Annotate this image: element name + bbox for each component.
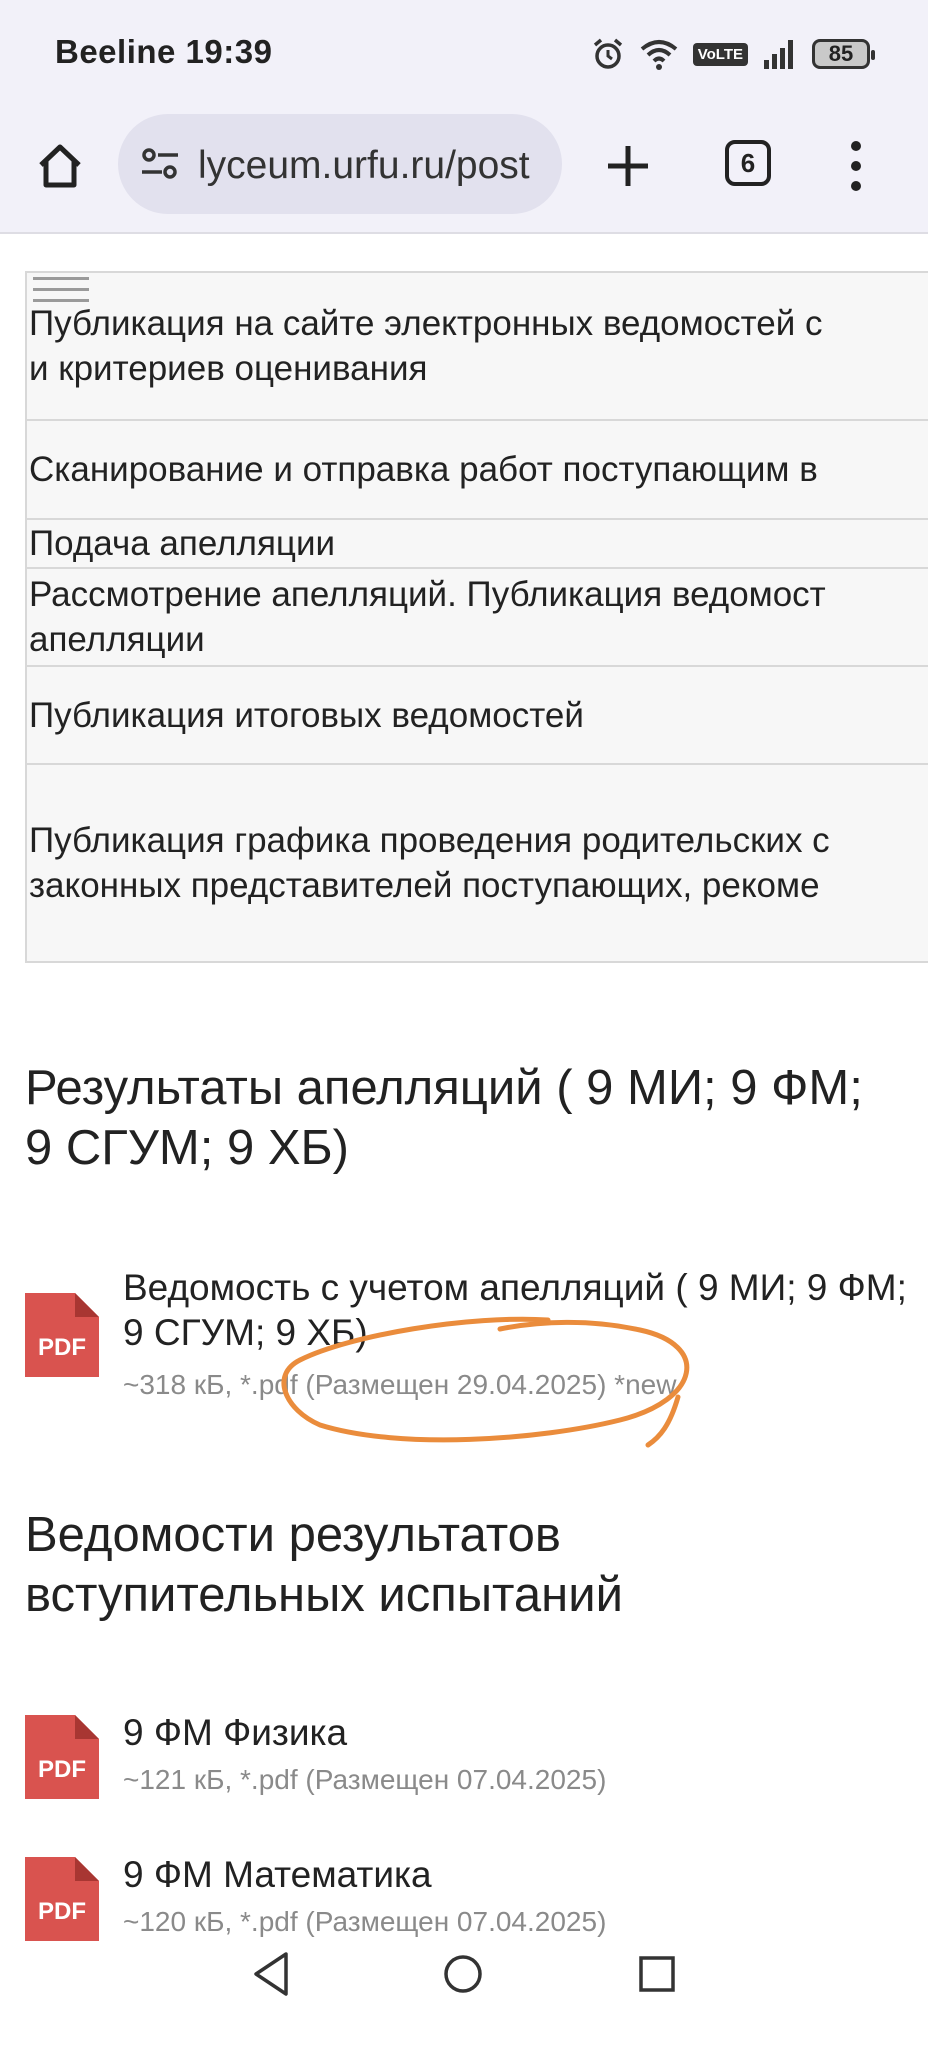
table-row: Подача апелляции — [27, 520, 928, 569]
site-settings-icon[interactable] — [138, 142, 182, 186]
table-row: Публикация графика проведения родительск… — [29, 821, 830, 905]
url-text[interactable]: lyceum.urfu.ru/post — [198, 144, 548, 188]
back-nav-icon[interactable] — [250, 1950, 292, 1998]
file-name[interactable]: 9 ФМ Математика — [123, 1852, 913, 1897]
svg-text:PDF: PDF — [38, 1334, 86, 1361]
alarm-icon — [593, 38, 622, 69]
tab-switcher-icon[interactable]: 6 — [725, 140, 771, 186]
new-tab-icon[interactable] — [598, 136, 658, 196]
status-icons: VoLTE 85 — [591, 34, 875, 74]
wifi-icon — [640, 40, 677, 70]
carrier-time: Beeline 19:39 — [55, 33, 273, 70]
file-name[interactable]: 9 ФМ Физика — [123, 1710, 913, 1755]
status-bar: Beeline 19:39 VoLTE 85 — [0, 0, 928, 108]
svg-text:PDF: PDF — [38, 1756, 86, 1783]
pdf-icon: PDF — [25, 1857, 99, 1941]
table-row: Публикация на сайте электронных ведомост… — [27, 273, 928, 421]
section-title-appeals: Результаты апелляций ( 9 МИ; 9 ФМ; 9 СГУ… — [25, 1061, 863, 1175]
browser-toolbar: lyceum.urfu.ru/post 6 — [0, 108, 928, 234]
signal-icon — [764, 40, 793, 69]
home-button[interactable] — [30, 136, 90, 196]
hamburger-icon[interactable] — [33, 277, 89, 303]
svg-text:PDF: PDF — [38, 1898, 86, 1925]
system-nav-bar — [0, 1950, 928, 2048]
home-icon — [39, 144, 81, 188]
recents-nav-icon[interactable] — [638, 1955, 676, 1993]
tab-count: 6 — [740, 147, 756, 178]
pdf-icon: PDF — [25, 1293, 99, 1377]
address-bar[interactable]: lyceum.urfu.ru/post — [118, 114, 562, 214]
battery-level: 85 — [828, 41, 854, 66]
file-meta: ~121 кБ, *.pdf (Размещен 07.04.2025) — [123, 1764, 607, 1795]
table-row: Рассмотрение апелляций. Публикация ведом… — [27, 569, 928, 667]
section-title-results: Ведомости результатов вступительных испы… — [25, 1508, 623, 1622]
file-meta: ~120 кБ, *.pdf (Размещен 07.04.2025) — [123, 1906, 607, 1937]
battery-icon: 85 — [812, 39, 875, 69]
volte-badge: VoLTE — [692, 42, 748, 66]
schedule-table: Публикация на сайте электронных ведомост… — [25, 271, 928, 963]
table-row: Сканирование и отправка работ поступающи… — [27, 421, 928, 520]
pdf-icon: PDF — [25, 1715, 99, 1799]
more-menu-icon[interactable] — [844, 136, 868, 196]
hand-drawn-circle-annotation — [281, 1316, 690, 1448]
home-nav-icon[interactable] — [443, 1954, 483, 1994]
table-row: Публикация итоговых ведомостей — [27, 667, 928, 765]
